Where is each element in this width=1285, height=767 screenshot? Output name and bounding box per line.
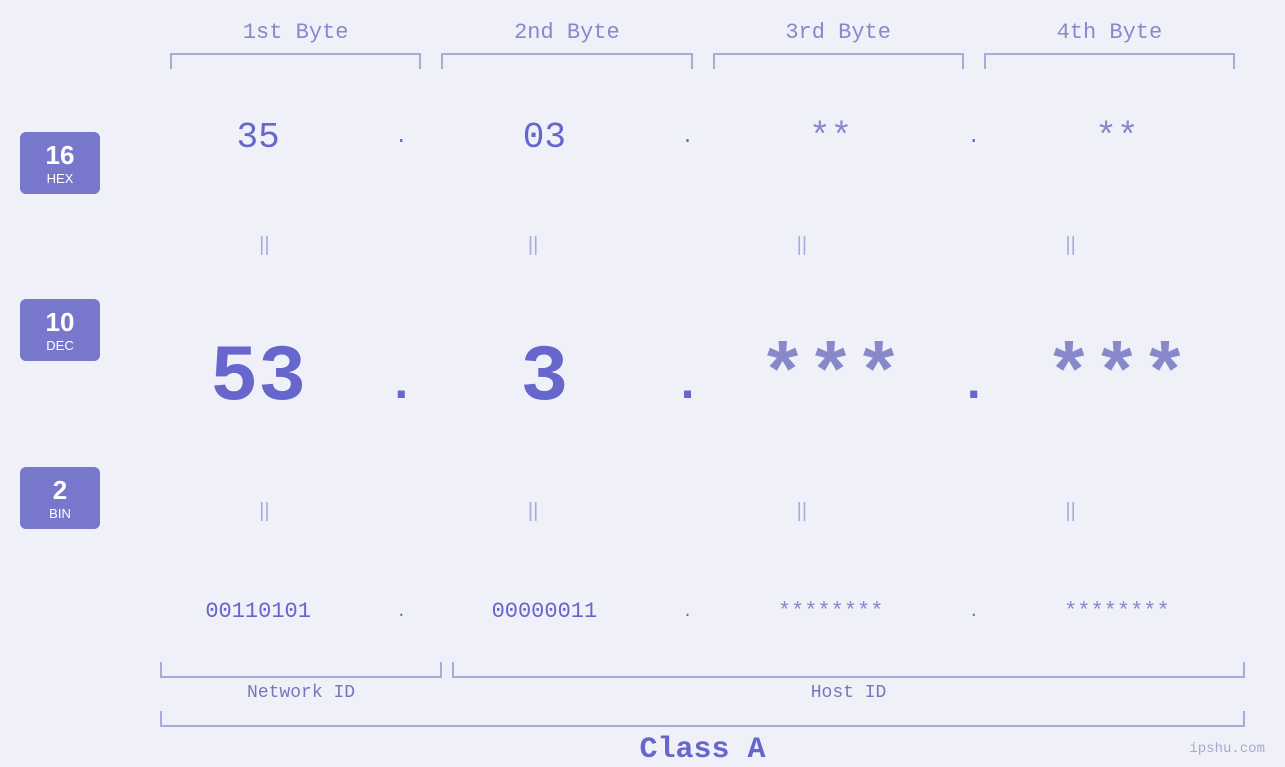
hex-byte3-value: ** [809,117,852,158]
base-labels: 16 HEX 10 DEC 2 BIN [0,79,130,662]
bottom-brackets [160,662,1245,678]
hex-base-number: 16 [32,140,88,171]
hex-byte4-value: ** [1095,117,1138,158]
byte3-header: 3rd Byte [703,20,974,45]
dec-dot2: . [672,357,702,424]
dec-dot1: . [386,357,416,424]
eq2-3: || [668,500,937,523]
bin-byte4-value: ******** [1064,599,1170,624]
bin-base-label: BIN [32,506,88,521]
byte4-header: 4th Byte [974,20,1245,45]
byte1-header: 1st Byte [160,20,431,45]
bin-byte1-value: 00110101 [205,599,311,624]
bin-byte4: ******** [989,599,1245,624]
hex-byte1-value: 35 [237,117,280,158]
dec-byte4: *** [989,333,1245,424]
dec-byte1-value: 53 [210,333,306,424]
id-label-row: Network ID Host ID [160,683,1245,703]
rows-container: 35 . 03 . ** . ** || || || || [130,79,1245,662]
byte-headers: 1st Byte 2nd Byte 3rd Byte 4th Byte [160,0,1245,45]
eq2-4: || [936,500,1205,523]
bin-byte1: 00110101 [130,599,386,624]
bottom-section: Network ID Host ID [160,662,1245,703]
eq1-3: || [668,234,937,257]
eq2-1: || [130,500,399,523]
hex-dot3: . [959,126,989,149]
top-brackets [160,53,1245,69]
class-bracket [160,711,1245,727]
network-id-label: Network ID [160,683,442,703]
bracket-top-2 [441,53,692,69]
hex-byte1: 35 [130,117,386,158]
class-label: Class A [639,733,765,767]
watermark: ipshu.com [1189,741,1265,757]
dec-badge: 10 DEC [20,299,100,361]
bracket-top-3 [713,53,964,69]
hex-dot1: . [386,126,416,149]
hex-badge: 16 HEX [20,132,100,194]
host-id-label: Host ID [452,683,1245,703]
dec-base-number: 10 [32,307,88,338]
dec-byte2: 3 [416,333,672,424]
hex-byte2-value: 03 [523,117,566,158]
dec-byte3: *** [703,333,959,424]
bin-row: 00110101 . 00000011 . ******** . *******… [130,599,1245,624]
class-label-container: Class A [160,733,1245,767]
bin-byte2-value: 00000011 [492,599,598,624]
dec-byte3-value: *** [759,333,903,424]
equals-row-2: || || || || [130,500,1205,523]
bracket-top-1 [170,53,421,69]
eq2-2: || [399,500,668,523]
bin-byte3: ******** [703,599,959,624]
hex-byte4: ** [989,117,1245,158]
hex-byte3: ** [703,117,959,158]
dec-dot3: . [959,357,989,424]
dec-byte4-value: *** [1045,333,1189,424]
class-bracket-container [160,711,1245,727]
equals-row-1: || || || || [130,234,1205,257]
content-area: 16 HEX 10 DEC 2 BIN 35 . 03 [0,79,1285,662]
bin-dot3: . [959,603,989,621]
bin-byte3-value: ******** [778,599,884,624]
bracket-top-4 [984,53,1235,69]
hex-dot2: . [673,126,703,149]
eq1-4: || [936,234,1205,257]
host-bracket [452,662,1245,678]
main-container: 1st Byte 2nd Byte 3rd Byte 4th Byte 16 H… [0,0,1285,767]
byte2-header: 2nd Byte [431,20,702,45]
eq1-2: || [399,234,668,257]
network-bracket [160,662,442,678]
bin-base-number: 2 [32,475,88,506]
dec-row: 53 . 3 . *** . *** [130,333,1245,424]
dec-byte1: 53 [130,333,386,424]
dec-byte2-value: 3 [520,333,568,424]
hex-byte2: 03 [416,117,672,158]
bin-dot2: . [673,603,703,621]
bin-dot1: . [386,603,416,621]
bin-byte2: 00000011 [416,599,672,624]
dec-base-label: DEC [32,338,88,353]
hex-row: 35 . 03 . ** . ** [130,117,1245,158]
eq1-1: || [130,234,399,257]
bin-badge: 2 BIN [20,467,100,529]
hex-base-label: HEX [32,171,88,186]
